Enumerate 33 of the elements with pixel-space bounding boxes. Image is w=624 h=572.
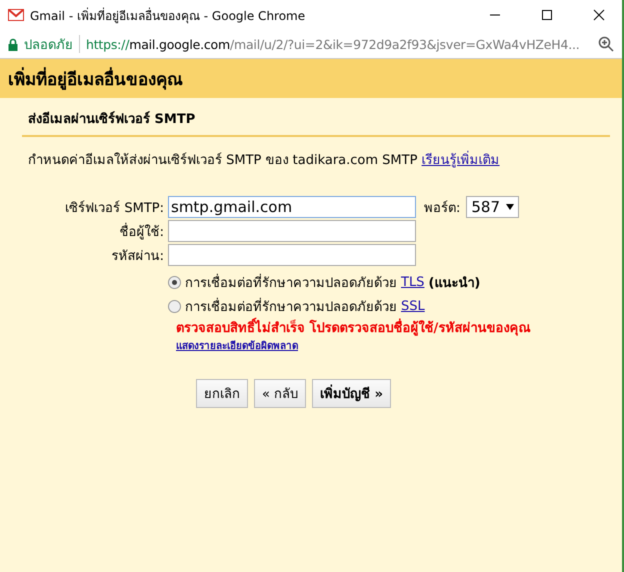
recommended-note: (แนะนำ) xyxy=(428,275,480,293)
port-dropdown[interactable]: 587 xyxy=(466,196,520,218)
url-text[interactable]: https://mail.google.com/mail/u/2/?ui=2&ik=972d9a2f93&jsver=GxWa4vHZeH4... xyxy=(86,36,592,52)
field-label: เซิร์ฟเวอร์ SMTP: xyxy=(64,200,164,218)
security-label: ปลอดภัย xyxy=(24,36,73,54)
lock-icon xyxy=(8,38,18,50)
option-label: การเชื่อมต่อที่รักษาความปลอดภัยด้วย xyxy=(185,272,397,293)
field-label: ชื่อผู้ใช้: xyxy=(118,222,164,242)
input-field[interactable] xyxy=(168,220,416,242)
dialog-title: เพิ่มที่อยู่อีเมลอื่นของคุณ xyxy=(0,59,622,98)
close-icon[interactable] xyxy=(593,9,605,21)
error-details-link[interactable]: แสดงรายละเอียดข้อผิดพลาด xyxy=(176,341,298,352)
section-title: ส่งอีเมลผ่านเซิร์ฟเวอร์ SMTP xyxy=(28,110,196,129)
input-field[interactable] xyxy=(168,244,416,266)
protocol-link[interactable]: SSL xyxy=(401,299,425,314)
dialog-button[interactable]: ยกเลิก xyxy=(196,379,248,408)
description-text: กำหนดค่าอีเมลให้ส่งผ่านเซิร์ฟเวอร์ SMTP ของ tadikara.com SMTP เรียนรู้เพิ่มเติม xyxy=(28,149,604,170)
learn-more-link[interactable]: เรียนรู้เพิ่มเติม xyxy=(422,153,500,168)
maximize-icon[interactable] xyxy=(541,9,553,21)
radio-button[interactable] xyxy=(168,300,181,313)
mail-icon xyxy=(8,9,24,21)
zoom-icon[interactable] xyxy=(598,36,614,52)
dialog-button[interactable]: เพิ่มบัญชี » xyxy=(312,379,392,408)
radio-button[interactable] xyxy=(168,276,181,289)
port-label: พอร์ต: xyxy=(424,200,460,218)
input-field[interactable]: smtp.gmail.com xyxy=(168,196,416,218)
option-label: การเชื่อมต่อที่รักษาความปลอดภัยด้วย xyxy=(185,296,397,317)
field-label: รหัสผ่าน: xyxy=(110,248,164,266)
window-title: Gmail - เพิ่มที่อยู่อีเมลอื่นของคุณ - Google Chrome xyxy=(30,6,306,24)
error-message: ตรวจสอบสิทธิ์ไม่สำเร็จ โปรดตรวจสอบชื่อผู้ใช้/รหัสผ่านของคุณ xyxy=(176,317,604,338)
dialog-button[interactable]: « กลับ xyxy=(254,379,306,408)
caret-icon xyxy=(506,204,514,210)
protocol-link[interactable]: TLS xyxy=(401,275,424,290)
